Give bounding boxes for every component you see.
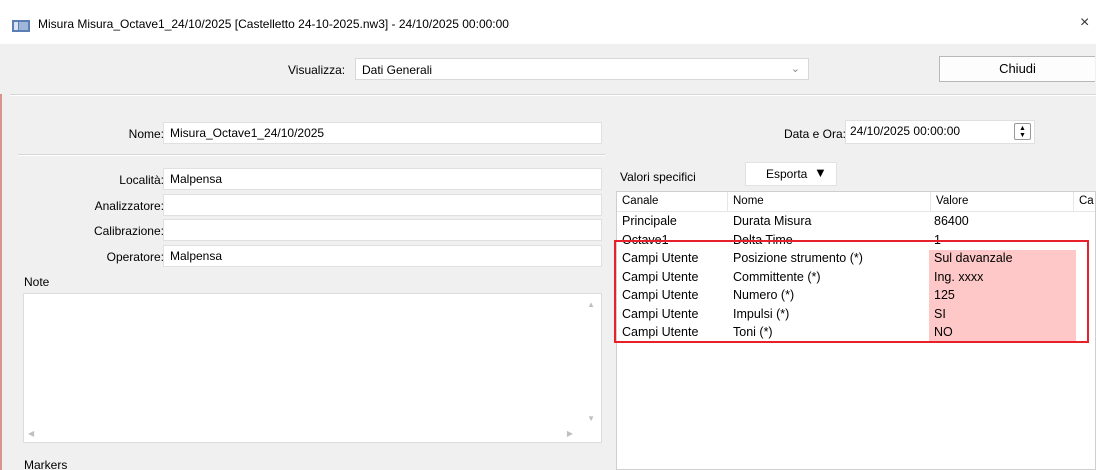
scroll-up-icon[interactable]: ▲ <box>587 300 595 309</box>
title-bar: Misura Misura_Octave1_24/10/2025 [Castel… <box>0 0 1096 44</box>
cell-valore: 86400 <box>934 214 969 228</box>
cell-canale: Principale <box>622 214 677 228</box>
highlight-box <box>614 240 1089 343</box>
valori-specifici-label: Valori specifici <box>620 170 696 184</box>
separator <box>10 94 1096 96</box>
operatore-label: Operatore: <box>106 250 164 264</box>
data-ora-field[interactable]: 24/10/2025 00:00:00 <box>845 120 1035 144</box>
window-edge <box>0 94 2 470</box>
visualizza-label: Visualizza: <box>288 63 346 77</box>
note-textarea[interactable]: ▲ ▼ ◀ ▶ <box>23 293 602 443</box>
visualizza-selected-value: Dati Generali <box>362 63 433 77</box>
calibrazione-label: Calibrazione: <box>93 224 164 238</box>
analizzatore-label: Analizzatore: <box>94 199 164 213</box>
calibrazione-field[interactable] <box>163 219 602 241</box>
close-icon[interactable]: × <box>1080 14 1089 32</box>
nome-label: Nome: <box>128 127 164 141</box>
note-label: Note <box>24 275 50 289</box>
column-header-canale-extra[interactable]: Ca <box>1074 192 1095 212</box>
spin-updown-icon[interactable]: ▲ ▼ <box>1014 123 1031 140</box>
visualizza-select[interactable]: Dati Generali ⌄ <box>355 58 809 80</box>
chevron-down-icon: ⌄ <box>790 63 800 75</box>
table-row[interactable]: Principale Durata Misura 86400 <box>617 213 1095 232</box>
localita-label: Località: <box>119 173 164 187</box>
table-header: Canale Nome Valore Ca <box>617 192 1095 212</box>
localita-field[interactable]: Malpensa <box>163 168 602 190</box>
esporta-button[interactable]: Esporta ▼ <box>745 162 837 186</box>
separator <box>18 154 605 156</box>
column-header-valore[interactable]: Valore <box>931 192 1074 212</box>
operatore-field[interactable]: Malpensa <box>163 245 602 267</box>
scroll-left-icon[interactable]: ◀ <box>28 429 34 438</box>
scroll-right-icon[interactable]: ▶ <box>567 429 573 438</box>
window-app-icon <box>12 20 30 32</box>
cell-nome: Durata Misura <box>733 214 812 228</box>
dropdown-arrow-icon: ▼ <box>814 165 827 180</box>
data-ora-label: Data e Ora: <box>783 127 846 141</box>
nome-field[interactable]: Misura_Octave1_24/10/2025 <box>163 122 602 144</box>
window-title: Misura Misura_Octave1_24/10/2025 [Castel… <box>38 17 509 31</box>
markers-label: Markers <box>24 458 68 470</box>
scroll-down-icon[interactable]: ▼ <box>587 414 595 423</box>
column-header-canale[interactable]: Canale <box>617 192 728 212</box>
analizzatore-field[interactable] <box>163 194 602 216</box>
chiudi-button[interactable]: Chiudi <box>939 56 1095 82</box>
esporta-label: Esporta <box>766 167 808 181</box>
column-header-nome[interactable]: Nome <box>728 192 931 212</box>
